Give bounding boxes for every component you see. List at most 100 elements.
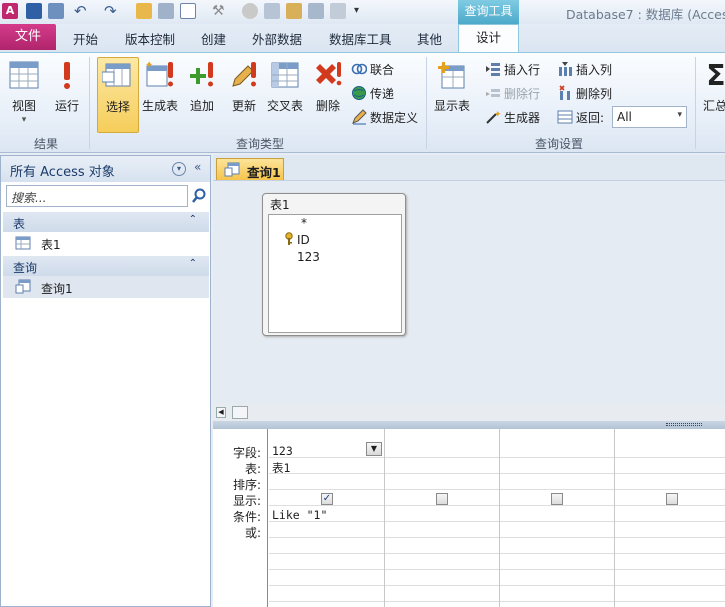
builder-button[interactable]: ✦ 生成器 [485,107,540,127]
tab-file[interactable]: 文件 [0,24,56,50]
return-label: 返回: [576,110,605,125]
field-item-id[interactable]: ID [297,233,310,247]
nav-item-query1[interactable]: 查询1 [3,276,209,298]
grid-row-line [269,585,725,586]
nav-item-label: 表1 [41,238,61,252]
grid-table-cell[interactable]: 表1 [272,460,290,476]
nav-category-tables[interactable]: 表 ⌃ [3,212,209,232]
show-checkbox[interactable]: ✓ [321,493,333,505]
pane-splitter[interactable] [213,421,725,429]
delete-query-button[interactable]: 删除 [310,57,346,131]
view-button[interactable]: 视图 ▾ [4,57,44,131]
return-dropdown[interactable]: All ▾ [612,106,687,128]
field-list-table1[interactable]: 表1 * ID 123 [262,193,406,336]
show-checkbox[interactable] [436,493,448,505]
grid-row-line [269,473,725,474]
delete-columns-button[interactable]: 删除列 [557,83,612,103]
scroll-left-icon[interactable]: ◀ [216,407,226,418]
union-button[interactable]: 联合 [351,59,394,79]
circle-icon[interactable] [242,3,258,19]
update-button[interactable]: 更新 [226,57,262,131]
data-definition-button[interactable]: 数据定义 [351,107,418,127]
show-checkbox[interactable] [551,493,563,505]
totals-label: 汇总 [703,99,725,113]
undo-icon[interactable]: ↶ [74,3,90,19]
row-label-field: 字段: [232,446,261,460]
delete-rows-button: 删除行 [485,83,540,103]
insert-columns-icon [557,61,573,77]
return-value: All [617,110,632,124]
builder-label: 生成器 [504,110,541,125]
horizontal-scrollbar[interactable]: ◀ [213,404,725,421]
properties-icon[interactable] [264,3,280,19]
customize-qat-icon[interactable]: ▾ [354,3,370,19]
wizard-icon[interactable] [308,3,324,19]
query-icon [224,162,240,178]
document-tab-query1[interactable]: 查询1 [216,158,284,180]
field-list-title: 表1 [270,198,290,212]
primary-key-icon [283,232,295,246]
view-dropdown-icon[interactable]: ▾ [4,115,44,125]
grid-field-cell[interactable]: 123 [272,444,293,458]
filter-icon[interactable] [158,3,174,19]
nav-menu-chevron-icon[interactable]: ▾ [172,162,186,176]
insert-rows-icon [485,61,501,77]
insert-rows-button[interactable]: 插入行 [485,59,540,79]
field-item-all[interactable]: * [301,216,307,230]
nav-pane-title: 所有 Access 对象 [10,165,115,180]
make-table-button[interactable]: ✦ 生成表 [140,57,180,131]
run-button[interactable]: 运行 [50,57,84,131]
collapse-chevron-icon[interactable]: ⌃ [189,214,197,225]
totals-button[interactable]: Σ 汇总 [700,57,725,131]
nav-category-queries[interactable]: 查询 ⌃ [3,256,209,276]
grid-row-labels: 字段: 表: 排序: 显示: 条件: 或: [213,429,268,607]
field-item-123[interactable]: 123 [297,250,320,264]
tab-external-data[interactable]: 外部数据 [252,29,302,48]
tab-create[interactable]: 创建 [201,29,226,48]
export-icon[interactable] [330,3,346,19]
grid-column-line [614,429,615,607]
union-rings-icon [351,61,368,77]
sigma-icon: Σ [706,58,725,92]
folder-edit-icon[interactable] [286,3,302,19]
redo-icon[interactable]: ↷ [104,3,120,19]
tab-design[interactable]: 设计 [458,24,519,53]
tools-icon[interactable]: ⚒ [212,3,228,19]
field-dropdown-chevron-icon[interactable]: ▼ [366,442,382,456]
query-design-grid: 字段: 表: 排序: 显示: 条件: 或: 123 ▼ 表1 ✓ Like "1… [213,429,725,607]
grid-row-line [269,569,725,570]
grid-row-line [269,537,725,538]
save-icon[interactable] [26,3,42,19]
tab-other[interactable]: 其他 [417,29,442,48]
pass-through-button[interactable]: 传递 [351,83,394,103]
table-view-icon[interactable] [180,3,196,19]
nav-search-input[interactable]: 搜索... [6,185,188,207]
nav-item-table1[interactable]: 表1 [3,232,209,254]
tab-database-tools[interactable]: 数据库工具 [329,29,392,48]
search-icon[interactable] [190,187,208,205]
scroll-thumb[interactable] [232,406,248,419]
edit-icon[interactable] [48,3,64,19]
access-app-icon[interactable]: A [2,3,18,19]
crosstab-button[interactable]: 交叉表 [264,57,306,131]
open-folder-icon[interactable] [136,3,152,19]
insert-columns-button[interactable]: 插入列 [557,59,612,79]
nav-pane-header[interactable]: 所有 Access 对象 ▾ « [1,156,210,182]
table-icon [15,235,31,251]
grid-row-line [269,489,725,490]
splitter-grip-icon[interactable] [666,423,702,426]
tab-home[interactable]: 开始 [73,29,98,48]
grid-criteria-cell[interactable]: Like "1" [272,508,327,522]
select-query-button[interactable]: 选择 [97,57,139,133]
show-checkbox[interactable] [666,493,678,505]
tab-version-control[interactable]: 版本控制 [125,29,175,48]
crosstab-label: 交叉表 [266,99,303,113]
collapse-chevron-icon[interactable]: ⌃ [189,258,197,269]
builder-wand-icon: ✦ [485,109,502,125]
show-table-icon [436,59,468,91]
append-button[interactable]: 追加 [184,57,220,131]
nav-item-label: 查询1 [41,282,73,296]
show-table-button[interactable]: 显示表 [430,57,474,131]
shutter-bar-collapse-icon[interactable]: « [194,160,201,174]
select-query-icon [102,60,134,92]
